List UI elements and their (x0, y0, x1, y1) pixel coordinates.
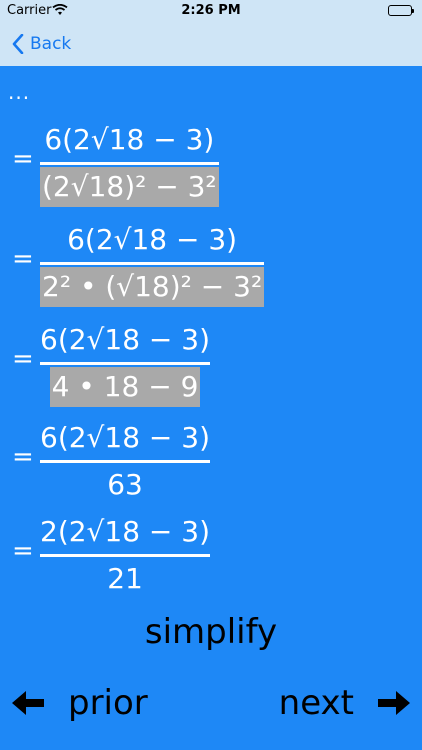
numerator: 2(2√18 − 3) (40, 515, 211, 548)
back-button[interactable]: Back (12, 31, 71, 57)
numerator: 6(2√18 − 3) (40, 323, 211, 356)
equals-sign: = (12, 536, 34, 566)
fraction-bar (40, 262, 265, 265)
fraction: 6(2√18 − 3) (2√18)² − 3² (40, 120, 219, 207)
denominator: 63 (107, 468, 143, 501)
fraction-bar (40, 554, 211, 557)
next-label: next (278, 683, 354, 723)
ellipsis: ... (8, 80, 31, 104)
status-bar: Carrier 2:26 PM (0, 0, 422, 22)
equals-sign: = (12, 344, 34, 374)
step-row: = 2(2√18 − 3) 21 (0, 512, 422, 602)
step-row: = 6(2√18 − 3) (2√18)² − 3² (0, 120, 422, 210)
denominator: 21 (107, 562, 143, 595)
simplify-button[interactable]: simplify (0, 612, 422, 652)
fraction: 6(2√18 − 3) 2² • (√18)² − 3² (40, 220, 265, 307)
fraction: 6(2√18 − 3) 63 (40, 418, 211, 505)
chevron-left-icon (12, 34, 24, 54)
fraction-bar (40, 162, 219, 165)
equals-sign: = (12, 144, 34, 174)
battery-icon (388, 5, 414, 16)
numerator: 6(2√18 − 3) (44, 123, 215, 156)
fraction: 2(2√18 − 3) 21 (40, 512, 211, 599)
next-button[interactable]: next (279, 680, 412, 726)
navigation-bar: Back (0, 22, 422, 66)
prior-label: prior (68, 683, 148, 723)
numerator: 6(2√18 − 3) (67, 223, 238, 256)
equals-sign: = (12, 442, 34, 472)
clock: 2:26 PM (181, 3, 241, 18)
fraction-bar (40, 460, 211, 463)
denominator: (2√18)² − 3² (40, 167, 219, 207)
denominator: 4 • 18 − 9 (49, 367, 201, 407)
denominator: 2² • (√18)² − 3² (40, 267, 265, 307)
step-row: = 6(2√18 − 3) 63 (0, 418, 422, 508)
back-label: Back (30, 34, 72, 54)
prior-button[interactable]: prior (10, 680, 148, 726)
numerator: 6(2√18 − 3) (40, 421, 211, 454)
fraction-bar (40, 362, 211, 365)
step-row: = 6(2√18 − 3) 2² • (√18)² − 3² (0, 220, 422, 310)
equals-sign: = (12, 244, 34, 274)
fraction: 6(2√18 − 3) 4 • 18 − 9 (40, 320, 211, 407)
footer-nav: prior next (0, 680, 422, 730)
arrow-right-icon (378, 691, 410, 715)
arrow-left-icon (12, 691, 44, 715)
step-row: = 6(2√18 − 3) 4 • 18 − 9 (0, 320, 422, 410)
